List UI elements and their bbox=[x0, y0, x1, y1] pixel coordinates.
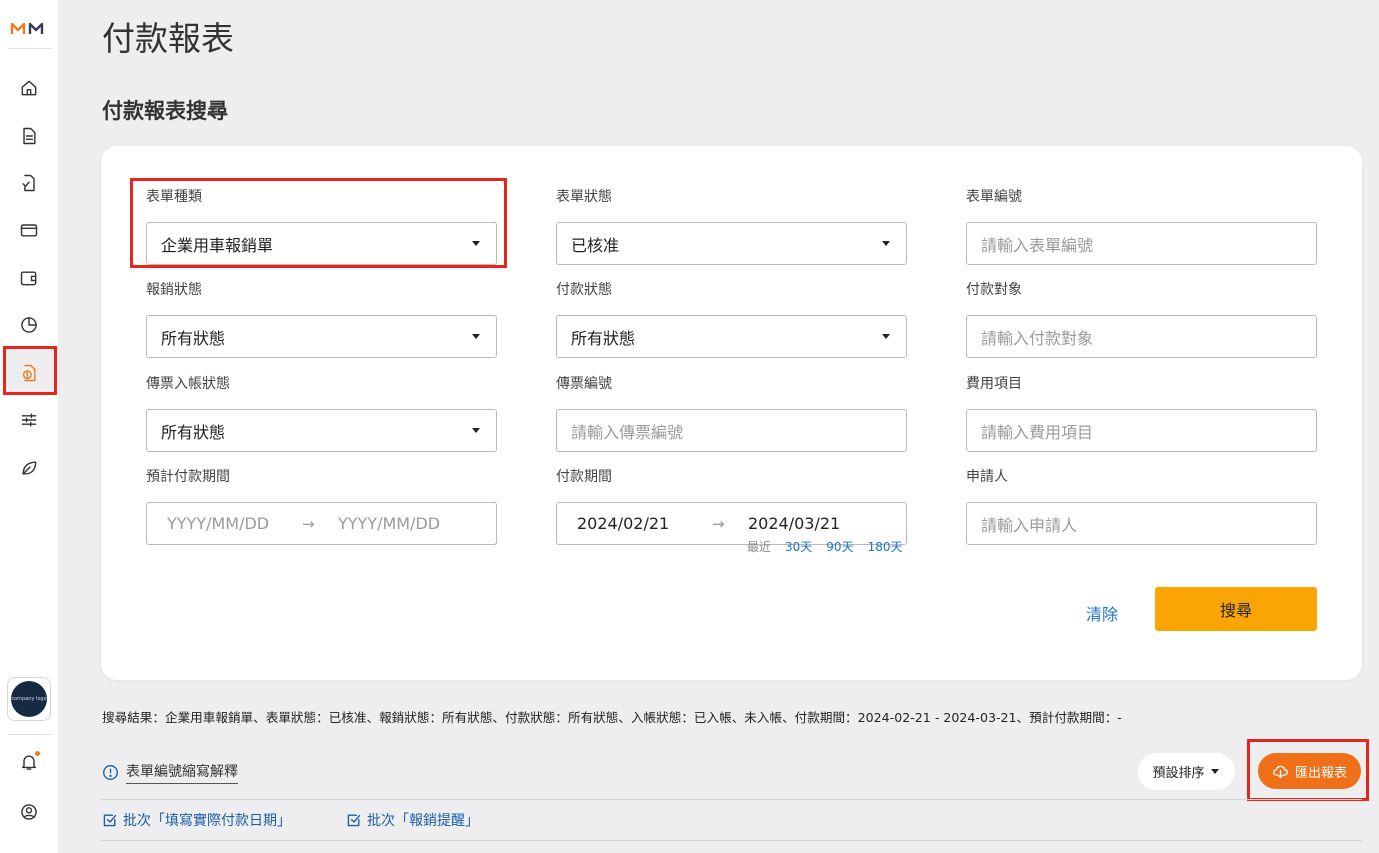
notification-dot bbox=[35, 751, 40, 756]
form-type-highlight bbox=[130, 178, 507, 268]
section-title: 付款報表搜尋 bbox=[102, 99, 228, 123]
card-icon[interactable] bbox=[17, 218, 41, 242]
payment-end-input[interactable]: 2024/03/21 bbox=[748, 514, 886, 533]
cloud-download-icon bbox=[1273, 765, 1288, 778]
form-number-input[interactable]: 請輸入表單編號 bbox=[966, 222, 1317, 265]
expense-item-label: 費用項目 bbox=[966, 376, 1022, 392]
arrow-right-icon: → bbox=[712, 514, 725, 533]
form-number-field: 表單編號 請輸入表單編號 bbox=[966, 187, 1317, 265]
chevron-down-icon bbox=[882, 334, 890, 339]
payment-status-label: 付款狀態 bbox=[556, 282, 612, 298]
applicant-field: 申請人 請輸入申請人 bbox=[966, 467, 1317, 545]
chevron-down-icon bbox=[472, 334, 480, 339]
export-report-button[interactable]: 匯出報表 bbox=[1258, 753, 1361, 789]
sort-label: 預設排序 bbox=[1152, 766, 1205, 781]
batch-payment-date-label: 批次「填寫實際付款日期」 bbox=[123, 813, 291, 829]
quick-range-links: 最近 30天 90天 180天 bbox=[747, 538, 902, 555]
voucher-status-select[interactable]: 所有狀態 bbox=[146, 409, 497, 452]
voucher-status-value: 所有狀態 bbox=[161, 422, 226, 442]
applicant-input[interactable]: 請輸入申請人 bbox=[966, 502, 1317, 545]
pie-chart-icon[interactable] bbox=[17, 313, 41, 337]
voucher-number-input[interactable]: 請輸入傳票編號 bbox=[556, 409, 907, 452]
batch-reminder-label: 批次「報銷提醒」 bbox=[367, 813, 479, 829]
payment-period-field: 付款期間 2024/02/21 → 2024/03/21 bbox=[556, 467, 907, 545]
quick-range-label: 最近 bbox=[747, 540, 772, 554]
batch-payment-date-button[interactable]: 批次「填寫實際付款日期」 bbox=[102, 810, 291, 830]
quick-range-90[interactable]: 90天 bbox=[826, 538, 853, 555]
expense-item-placeholder: 請輸入費用項目 bbox=[981, 422, 1094, 442]
search-button[interactable]: 搜尋 bbox=[1155, 587, 1317, 631]
applicant-placeholder: 請輸入申請人 bbox=[981, 515, 1078, 535]
leaf-icon[interactable] bbox=[17, 456, 41, 480]
form-status-field: 表單狀態 已核准 bbox=[556, 187, 907, 265]
checkbox-icon bbox=[347, 814, 361, 827]
payee-label: 付款對象 bbox=[966, 282, 1022, 298]
form-number-placeholder: 請輸入表單編號 bbox=[981, 235, 1094, 255]
search-summary: 搜尋結果：企業用車報銷單、表單狀態：已核准、報銷狀態：所有狀態、付款狀態：所有狀… bbox=[102, 710, 1122, 725]
document-check-icon[interactable] bbox=[17, 171, 41, 195]
expected-start-input[interactable]: YYYY/MM/DD bbox=[167, 514, 302, 533]
payee-field: 付款對象 請輸入付款對象 bbox=[966, 280, 1317, 358]
chevron-down-icon bbox=[882, 241, 890, 246]
payment-period-label: 付款期間 bbox=[556, 469, 612, 485]
voucher-status-field: 傳票入帳狀態 所有狀態 bbox=[146, 374, 497, 452]
form-status-value: 已核准 bbox=[571, 235, 620, 255]
expected-end-input[interactable]: YYYY/MM/DD bbox=[338, 514, 476, 533]
sidebar: company logo bbox=[0, 0, 58, 853]
avatar-image: company logo bbox=[11, 681, 47, 717]
quick-range-180[interactable]: 180天 bbox=[868, 538, 903, 555]
quick-range-30[interactable]: 30天 bbox=[785, 538, 812, 555]
payee-input[interactable]: 請輸入付款對象 bbox=[966, 315, 1317, 358]
document-icon[interactable] bbox=[17, 124, 41, 148]
company-avatar[interactable]: company logo bbox=[7, 677, 51, 721]
checkbox-icon bbox=[103, 814, 117, 827]
payment-start-input[interactable]: 2024/02/21 bbox=[577, 514, 712, 533]
export-label: 匯出報表 bbox=[1294, 765, 1347, 781]
expected-period-range[interactable]: YYYY/MM/DD → YYYY/MM/DD bbox=[146, 502, 497, 545]
expected-period-field: 預計付款期間 YYYY/MM/DD → YYYY/MM/DD bbox=[146, 467, 497, 545]
payee-placeholder: 請輸入付款對象 bbox=[981, 328, 1094, 348]
page-title: 付款報表 bbox=[102, 19, 234, 58]
clear-button[interactable]: 清除 bbox=[1086, 601, 1118, 625]
voucher-number-placeholder: 請輸入傳票編號 bbox=[571, 422, 684, 442]
reimburse-status-value: 所有狀態 bbox=[161, 328, 226, 348]
chevron-down-icon bbox=[472, 428, 480, 433]
arrow-right-icon: → bbox=[302, 514, 315, 533]
mm-logo-icon[interactable] bbox=[10, 18, 48, 38]
reimburse-status-field: 報銷狀態 所有狀態 bbox=[146, 280, 497, 358]
explain-label: 表單編號縮寫解釋 bbox=[126, 761, 238, 784]
chevron-down-icon bbox=[1210, 769, 1219, 774]
batch-reminder-button[interactable]: 批次「報銷提醒」 bbox=[346, 810, 479, 830]
payment-report-icon[interactable] bbox=[17, 361, 41, 385]
user-circle-icon[interactable] bbox=[17, 800, 41, 824]
form-status-select[interactable]: 已核准 bbox=[556, 222, 907, 265]
expected-period-label: 預計付款期間 bbox=[146, 469, 230, 485]
payment-status-value: 所有狀態 bbox=[571, 328, 636, 348]
wallet-icon[interactable] bbox=[17, 266, 41, 290]
expense-item-field: 費用項目 請輸入費用項目 bbox=[966, 374, 1317, 452]
expense-item-input[interactable]: 請輸入費用項目 bbox=[966, 409, 1317, 452]
sliders-icon[interactable] bbox=[17, 408, 41, 432]
voucher-number-field: 傳票編號 請輸入傳票編號 bbox=[556, 374, 907, 452]
info-icon bbox=[103, 765, 118, 780]
home-icon[interactable] bbox=[17, 76, 41, 100]
payment-status-field: 付款狀態 所有狀態 bbox=[556, 280, 907, 358]
applicant-label: 申請人 bbox=[966, 469, 1008, 485]
voucher-number-label: 傳票編號 bbox=[556, 376, 612, 392]
form-status-label: 表單狀態 bbox=[556, 189, 612, 205]
sort-dropdown-button[interactable]: 預設排序 bbox=[1138, 753, 1235, 790]
form-number-explain-link[interactable]: 表單編號縮寫解釋 bbox=[102, 761, 238, 784]
bell-icon[interactable] bbox=[17, 750, 41, 774]
payment-status-select[interactable]: 所有狀態 bbox=[556, 315, 907, 358]
reimburse-status-select[interactable]: 所有狀態 bbox=[146, 315, 497, 358]
voucher-status-label: 傳票入帳狀態 bbox=[146, 376, 230, 392]
form-number-label: 表單編號 bbox=[966, 189, 1022, 205]
reimburse-status-label: 報銷狀態 bbox=[146, 282, 202, 298]
